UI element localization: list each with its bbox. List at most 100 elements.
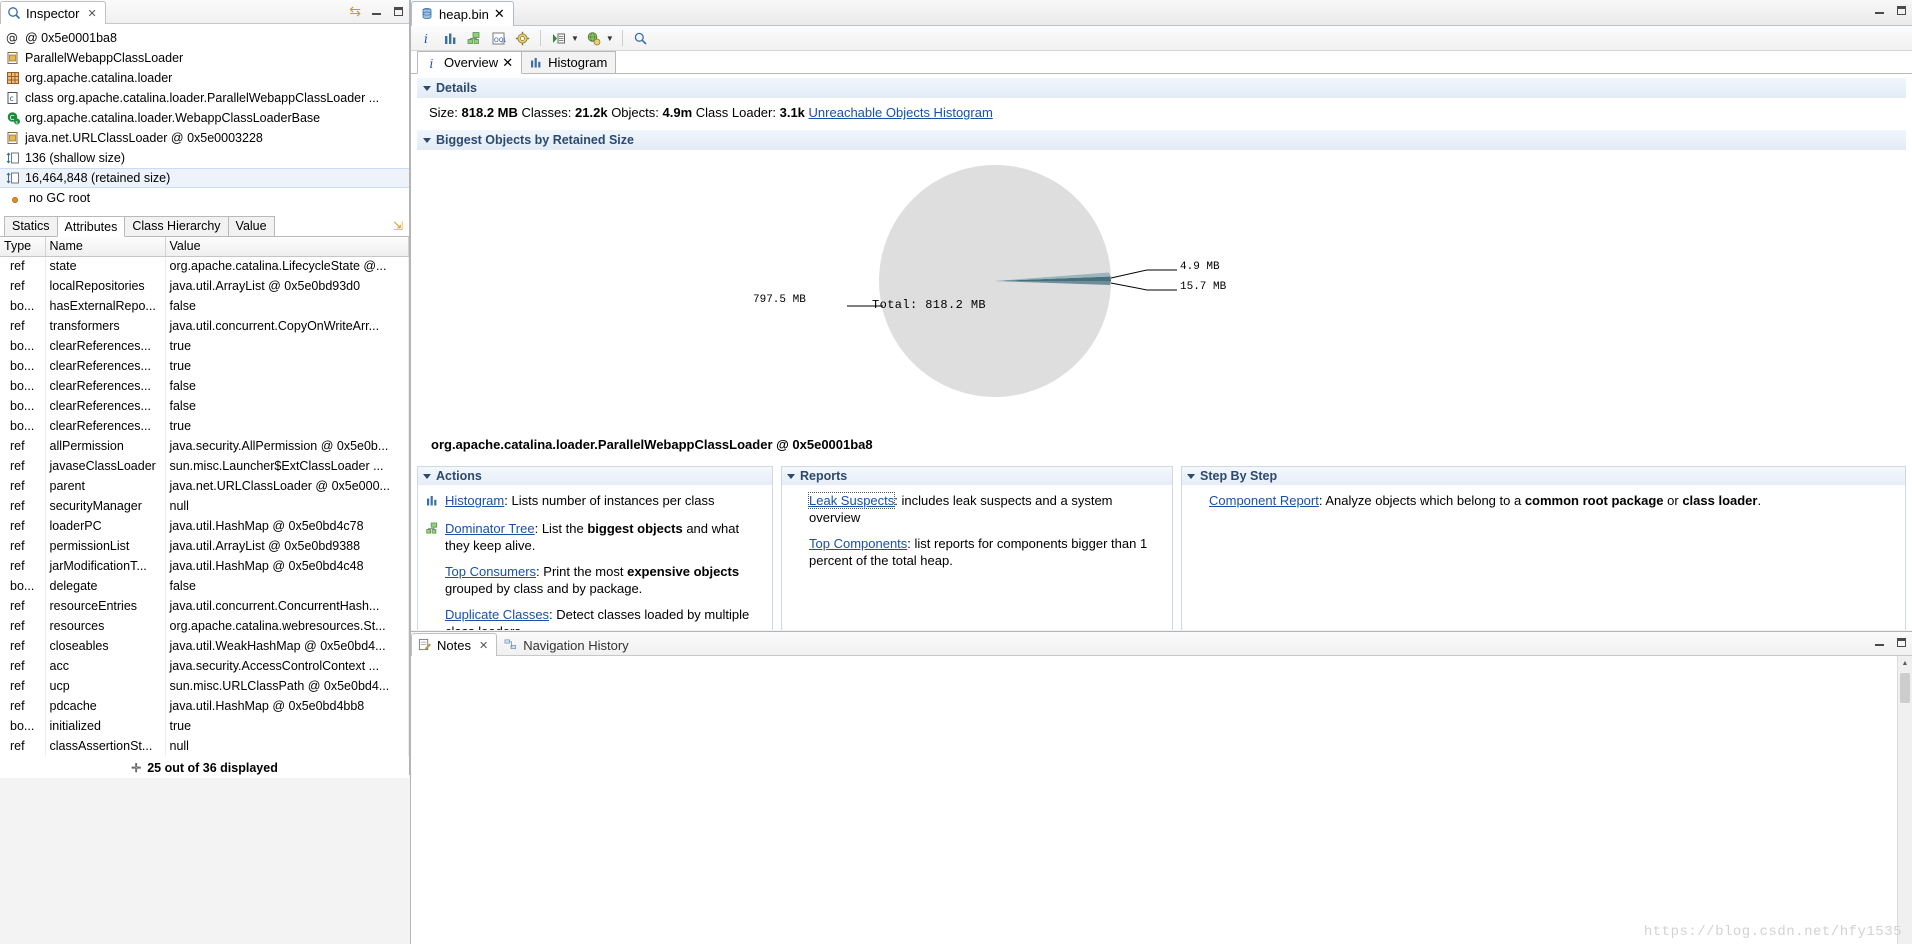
tab-statics[interactable]: Statics — [4, 216, 58, 236]
close-icon[interactable]: ✕ — [494, 6, 505, 22]
component-report-link[interactable]: Component Report — [1209, 493, 1319, 508]
inspector-row-shallow-size[interactable]: 136 (shallow size) — [0, 148, 409, 168]
table-row[interactable]: ref closeables java.util.WeakHashMap @ 0x5… — [0, 636, 409, 656]
top-consumers-link[interactable]: Top Consumers — [445, 564, 536, 579]
inspector-row-superclass[interactable]: C s org.apache.catalina.loader.WebappCla… — [0, 108, 409, 128]
table-row[interactable]: ref jarModificationT... java.util.HashMap … — [0, 556, 409, 576]
run-expert-system-icon[interactable] — [549, 29, 568, 48]
duplicate-classes-link[interactable]: Duplicate Classes — [445, 607, 549, 622]
inspector-row-package[interactable]: org.apache.catalina.loader — [0, 68, 409, 88]
table-row[interactable]: ref ucp sun.misc.URLClassPath @ 0x5e0bd4..… — [0, 676, 409, 696]
notes-scrollbar[interactable]: ▲ — [1897, 656, 1912, 944]
cell-type: bo... — [0, 716, 46, 736]
col-header-name[interactable]: Name — [45, 237, 166, 257]
cell-value: sun.misc.URLClassPath @ 0x5e0bd4... — [165, 676, 409, 696]
table-row[interactable]: ref classAssertionSt... null — [0, 736, 409, 756]
table-row[interactable]: bo... clearReferences... true — [0, 356, 409, 376]
table-row[interactable]: bo... delegate false — [0, 576, 409, 596]
query-browser-icon[interactable] — [584, 29, 603, 48]
collapse-triangle-icon[interactable] — [423, 473, 431, 479]
biggest-objects-header[interactable]: Biggest Objects by Retained Size — [417, 130, 1906, 150]
action-top-consumers: Top Consumers: Print the most expensive … — [426, 563, 764, 597]
cell-type: ref — [0, 656, 46, 676]
table-row[interactable]: bo... initialized true — [0, 716, 409, 736]
inspector-row-gc-root[interactable]: no GC root — [0, 188, 409, 208]
histogram-icon[interactable] — [441, 29, 460, 48]
navigation-history-tab[interactable]: Navigation History — [497, 633, 638, 656]
pin-icon[interactable]: ⇆ — [349, 4, 361, 18]
editor-view-controls — [1873, 4, 1908, 17]
pin-icon[interactable]: ⇲ — [393, 219, 403, 233]
editor-tab-heap-bin[interactable]: heap.bin ✕ — [411, 1, 514, 26]
tab-class-hierarchy[interactable]: Class Hierarchy — [124, 216, 229, 236]
inspector-tab[interactable]: Inspector ✕ — [0, 1, 106, 24]
table-row[interactable]: ref resources org.apache.catalina.webresou… — [0, 616, 409, 636]
table-row[interactable]: ref allPermission java.security.AllPermiss… — [0, 436, 409, 456]
overview-info-icon[interactable]: i — [417, 29, 436, 48]
collapse-triangle-icon[interactable] — [1187, 473, 1195, 479]
table-row[interactable]: bo... hasExternalRepo... false — [0, 296, 409, 316]
notes-tab[interactable]: Notes ✕ — [411, 633, 498, 656]
collapse-triangle-icon[interactable] — [423, 137, 431, 143]
minimize-icon[interactable] — [370, 5, 383, 18]
search-icon[interactable] — [631, 29, 650, 48]
table-row[interactable]: ref transformers java.util.concurrent.Copy… — [0, 316, 409, 336]
chevron-down-icon[interactable]: ▼ — [571, 34, 579, 43]
unreachable-objects-histogram-link[interactable]: Unreachable Objects Histogram — [809, 105, 993, 120]
table-row[interactable]: bo... clearReferences... false — [0, 376, 409, 396]
retained-size-pie-chart[interactable]: 797.5 MB 4.9 MB 15.7 MB Total: 818.2 MB … — [417, 150, 1906, 460]
oql-icon[interactable]: OQL — [489, 29, 508, 48]
scroll-up-icon[interactable]: ▲ — [1898, 656, 1912, 671]
top-components-link[interactable]: Top Components — [809, 536, 907, 551]
close-icon[interactable]: ✕ — [502, 55, 513, 71]
step-by-step-panel-header[interactable]: Step By Step — [1181, 466, 1906, 485]
close-icon[interactable]: ✕ — [479, 639, 488, 652]
tab-overview[interactable]: i Overview ✕ — [417, 51, 523, 74]
chevron-down-icon[interactable]: ▼ — [606, 34, 614, 43]
maximize-icon[interactable] — [1895, 4, 1908, 17]
leak-suspects-link[interactable]: Leak Suspects — [807, 492, 896, 509]
close-icon[interactable]: ✕ — [87, 7, 96, 20]
table-row[interactable]: ref state org.apache.catalina.LifecycleSta… — [0, 256, 409, 276]
minimize-icon[interactable] — [1873, 636, 1886, 649]
collapse-triangle-icon[interactable] — [423, 85, 431, 91]
inspector-row-class[interactable]: c class org.apache.catalina.loader.Paral… — [0, 88, 409, 108]
table-row[interactable]: ref permissionList java.util.ArrayList @ 0… — [0, 536, 409, 556]
maximize-icon[interactable] — [1895, 636, 1908, 649]
attributes-table-footer[interactable]: ✛ 25 out of 36 displayed — [0, 756, 409, 778]
table-row[interactable]: ref resourceEntries java.util.concurrent.C… — [0, 596, 409, 616]
tab-value[interactable]: Value — [227, 216, 275, 236]
minimize-icon[interactable] — [1873, 4, 1886, 17]
dominator-tree-link[interactable]: Dominator Tree — [445, 521, 535, 536]
inspector-row-retained-size[interactable]: 16,464,848 (retained size) — [0, 168, 409, 188]
tab-attributes[interactable]: Attributes — [56, 216, 126, 237]
table-row[interactable]: bo... clearReferences... false — [0, 396, 409, 416]
table-row[interactable]: bo... clearReferences... true — [0, 416, 409, 436]
col-header-value[interactable]: Value — [165, 237, 409, 257]
maximize-icon[interactable] — [392, 5, 405, 18]
actions-panel-header[interactable]: Actions — [417, 466, 773, 485]
inspector-row-classloader[interactable]: java.net.URLClassLoader @ 0x5e0003228 — [0, 128, 409, 148]
table-row[interactable]: ref pdcache java.util.HashMap @ 0x5e0bd4bb… — [0, 696, 409, 716]
tab-histogram[interactable]: Histogram — [521, 51, 617, 73]
dominator-tree-icon[interactable] — [465, 29, 484, 48]
table-row[interactable]: ref parent java.net.URLClassLoader @ 0x5e0… — [0, 476, 409, 496]
inspector-row-address[interactable]: @ @ 0x5e0001ba8 — [0, 28, 409, 48]
scrollbar-thumb[interactable] — [1900, 673, 1910, 703]
table-row[interactable]: ref acc java.security.AccessControlContext… — [0, 656, 409, 676]
table-row[interactable]: ref securityManager null — [0, 496, 409, 516]
expand-icon[interactable]: ✛ — [131, 761, 141, 775]
col-header-type[interactable]: Type — [0, 237, 46, 257]
table-row[interactable]: ref javaseClassLoader sun.misc.Launcher$Ex… — [0, 456, 409, 476]
collapse-triangle-icon[interactable] — [787, 473, 795, 479]
inspector-row-classname[interactable]: ParallelWebappClassLoader — [0, 48, 409, 68]
table-row[interactable]: bo... clearReferences... true — [0, 336, 409, 356]
table-row[interactable]: ref localRepositories java.util.ArrayList … — [0, 276, 409, 296]
histogram-link[interactable]: Histogram — [445, 493, 504, 508]
inspector-tabbar: Inspector ✕ ⇆ — [0, 0, 409, 24]
table-row[interactable]: ref loaderPC java.util.HashMap @ 0x5e0bd4c… — [0, 516, 409, 536]
notes-text-area[interactable]: ▲ https://blog.csdn.net/hfy1535 — [411, 656, 1912, 944]
calculate-gear-icon[interactable] — [513, 29, 532, 48]
reports-panel-header[interactable]: Reports — [781, 466, 1173, 485]
details-section-header[interactable]: Details — [417, 78, 1906, 98]
